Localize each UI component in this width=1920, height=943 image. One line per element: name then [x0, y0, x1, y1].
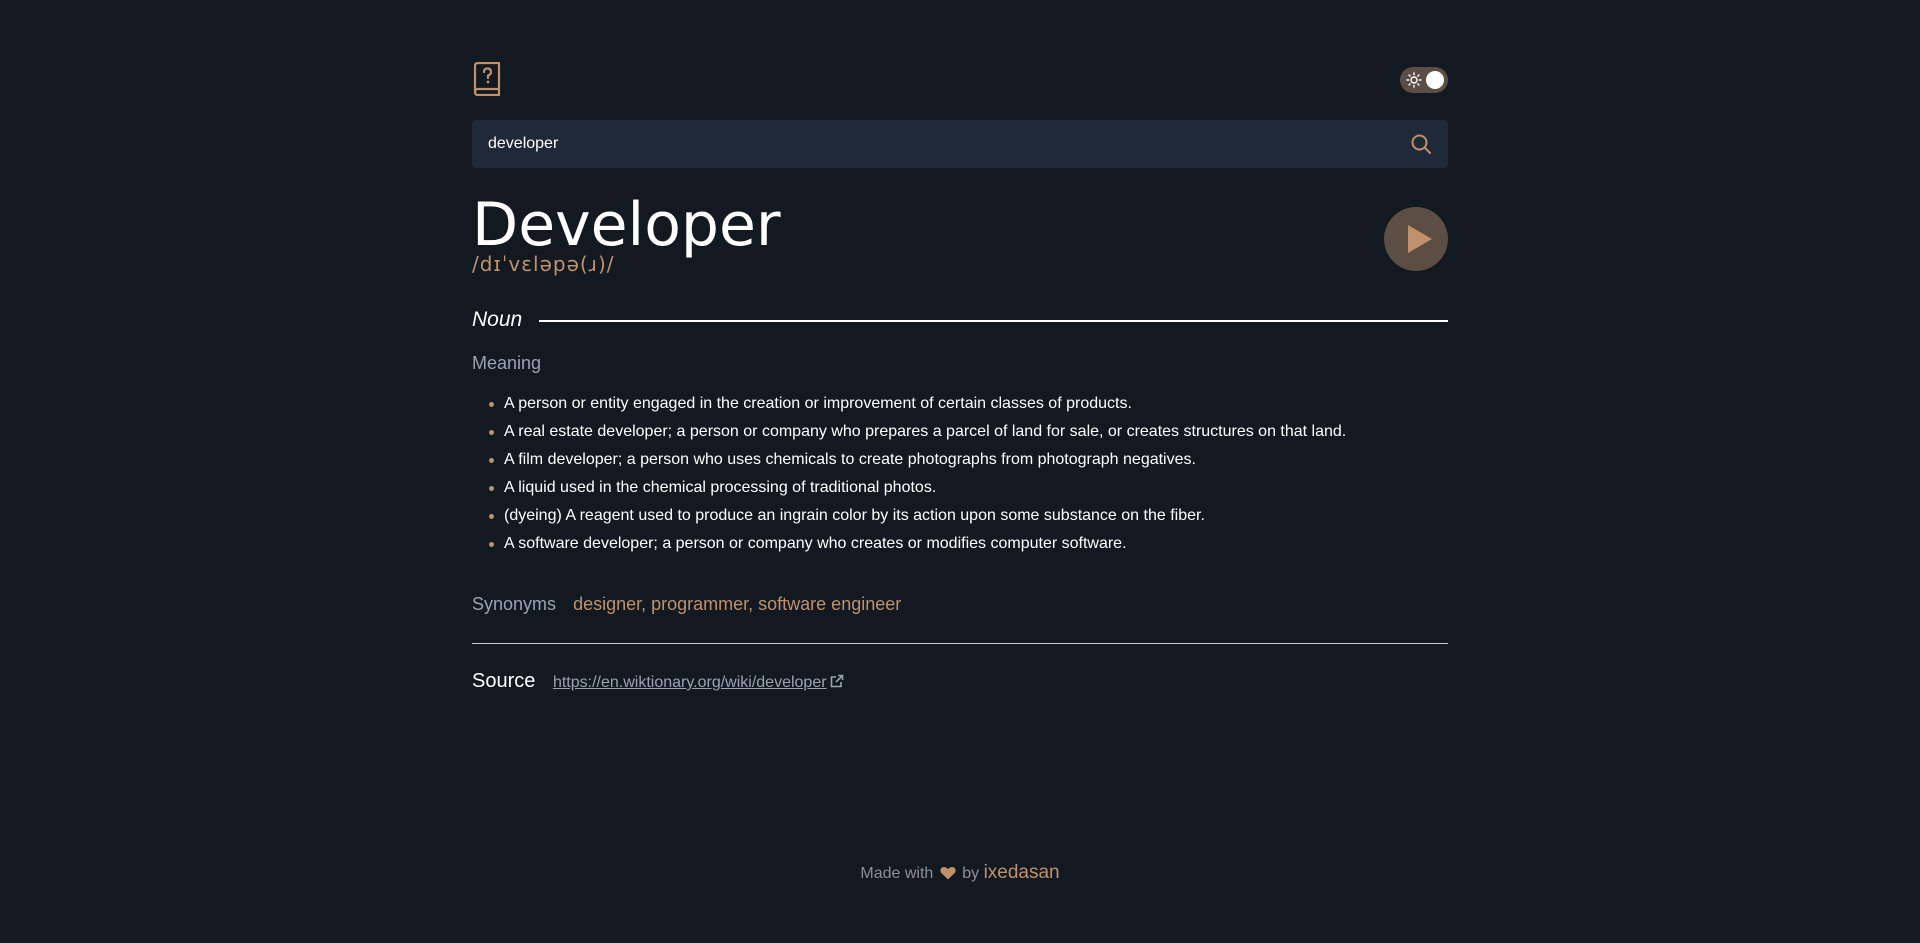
- definition-item: A film developer; a person who uses chem…: [472, 446, 1346, 474]
- synonyms-label: Synonyms: [472, 594, 557, 614]
- definition-item: A liquid used in the chemical processing…: [472, 474, 1346, 502]
- bullet-icon: [489, 486, 494, 491]
- author-link[interactable]: ixedasan: [984, 862, 1060, 883]
- phonetic: /dɪˈvɛləpə(ɹ)/: [472, 252, 615, 276]
- source-link[interactable]: https://en.wiktionary.org/wiki/developer: [553, 674, 844, 691]
- bullet-icon: [489, 542, 494, 547]
- definition-item: (dyeing) A reagent used to produce an in…: [472, 502, 1346, 530]
- part-of-speech-row: Noun: [472, 305, 1448, 335]
- search-bar: [472, 120, 1448, 168]
- definition-text: A liquid used in the chemical processing…: [504, 479, 937, 496]
- header: [472, 61, 1448, 98]
- search-input[interactable]: [472, 120, 1372, 168]
- footer: Made with by ixedasan: [0, 862, 1920, 885]
- bullet-icon: [489, 514, 494, 519]
- definition-text: (dyeing) A reagent used to produce an in…: [504, 507, 1205, 524]
- bullet-icon: [489, 458, 494, 463]
- play-icon: [1408, 225, 1432, 253]
- external-link-icon: [830, 671, 844, 697]
- meaning-label: Meaning: [472, 353, 542, 373]
- part-of-speech-divider: [539, 320, 1448, 322]
- theme-toggle[interactable]: [1400, 67, 1448, 93]
- part-of-speech: Noun: [472, 308, 523, 331]
- definition-text: A film developer; a person who uses chem…: [504, 451, 1196, 468]
- bullet-icon: [489, 430, 494, 435]
- play-button[interactable]: [1384, 207, 1448, 271]
- book-question-icon[interactable]: [472, 61, 502, 97]
- definition-text: A software developer; a person or compan…: [504, 535, 1127, 552]
- heart-icon: [940, 866, 956, 885]
- definition-item: A software developer; a person or compan…: [472, 530, 1346, 558]
- definition-item: A real estate developer; a person or com…: [472, 418, 1346, 446]
- source-url: https://en.wiktionary.org/wiki/developer: [552, 674, 827, 691]
- synonyms-row: Synonyms designer, programmer, software …: [472, 592, 901, 616]
- toggle-knob: [1426, 71, 1444, 89]
- footer-by: by: [962, 865, 980, 882]
- section-divider: [472, 643, 1448, 644]
- definition-text: A real estate developer; a person or com…: [504, 423, 1347, 440]
- word-title: Developer: [472, 190, 781, 260]
- source-label: Source: [472, 670, 536, 692]
- definition-list: A person or entity engaged in the creati…: [472, 390, 1346, 558]
- footer-made-with: Made with: [860, 865, 934, 882]
- definition-text: A person or entity engaged in the creati…: [504, 395, 1132, 412]
- source-row: Source https://en.wiktionary.org/wiki/de…: [472, 668, 844, 697]
- definition-item: A person or entity engaged in the creati…: [472, 390, 1346, 418]
- search-icon[interactable]: [1410, 133, 1432, 155]
- synonyms-links[interactable]: designer, programmer, software engineer: [573, 594, 901, 614]
- sun-icon: [1406, 72, 1422, 88]
- bullet-icon: [489, 402, 494, 407]
